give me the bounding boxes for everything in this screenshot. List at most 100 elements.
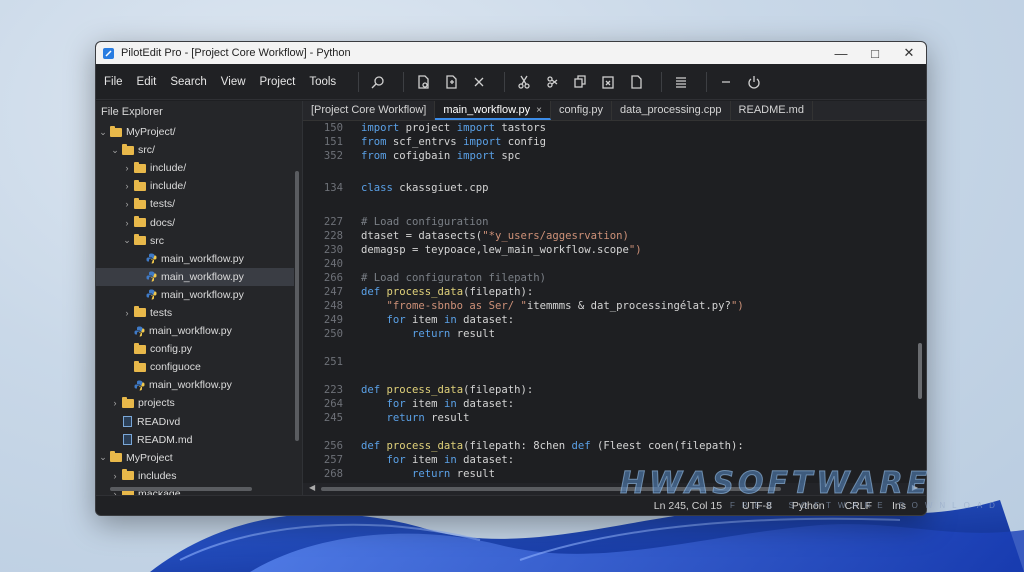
- scissors-icon[interactable]: [541, 71, 563, 93]
- tree-item[interactable]: › include/: [96, 159, 294, 177]
- code-text: # Load configuration: [361, 216, 489, 228]
- code-line[interactable]: 134 class ckassgiuet.cpp: [303, 182, 912, 196]
- chevron-right-icon[interactable]: ›: [122, 181, 132, 191]
- code-line[interactable]: 266 # Load configuraton filepath): [303, 272, 912, 286]
- paste-icon[interactable]: [597, 71, 619, 93]
- tree-item[interactable]: ⌄ src: [96, 232, 294, 250]
- tree-item[interactable]: main_workflow.py: [96, 322, 294, 340]
- menu-icon[interactable]: [670, 71, 692, 93]
- code-line[interactable]: 251: [303, 356, 912, 370]
- chevron-down-icon[interactable]: ⌄: [98, 452, 108, 463]
- code-line[interactable]: 223 def process_data(filepath):: [303, 384, 912, 398]
- code-line[interactable]: 227 # Load configuration: [303, 216, 912, 230]
- chevron-right-icon[interactable]: ›: [122, 308, 132, 318]
- tree-item[interactable]: › includes: [96, 467, 294, 485]
- save-file-icon[interactable]: [440, 71, 462, 93]
- code-line[interactable]: 230 demagsp = teypoace,lew_main_workflow.…: [303, 244, 912, 258]
- line-number: 240: [323, 258, 343, 270]
- chevron-down-icon[interactable]: ⌄: [98, 127, 108, 138]
- tree-item[interactable]: main_workflow.py: [96, 286, 294, 304]
- tree-item[interactable]: ⌄ MyProject/: [96, 123, 294, 141]
- tree-item[interactable]: › docs/: [96, 213, 294, 231]
- scroll-left-icon[interactable]: ◀: [309, 483, 315, 492]
- code-line[interactable]: [303, 370, 912, 384]
- code-line[interactable]: [303, 426, 912, 440]
- tree-item-label: main_workflow.py: [161, 252, 244, 265]
- tree-item[interactable]: READM.md: [96, 431, 294, 449]
- tree-item[interactable]: READıvd: [96, 413, 294, 431]
- tree-item[interactable]: › tests: [96, 304, 294, 322]
- power-icon[interactable]: [743, 71, 765, 93]
- tab-close-icon[interactable]: ×: [536, 105, 542, 116]
- editor-tab[interactable]: [Project Core Workflow]: [303, 101, 436, 120]
- chevron-right-icon[interactable]: ›: [122, 163, 132, 173]
- tree-item[interactable]: configuoce: [96, 358, 294, 376]
- chevron-down-icon[interactable]: ⌄: [110, 145, 120, 156]
- code-text: def process_data(filepath):: [361, 286, 534, 298]
- close-window-button[interactable]: ✕: [892, 42, 926, 64]
- menu-file[interactable]: File: [104, 76, 123, 88]
- folder-icon: [134, 342, 146, 354]
- code-line[interactable]: 250 return result: [303, 328, 912, 342]
- menu-view[interactable]: View: [221, 76, 246, 88]
- code-line[interactable]: [303, 202, 912, 216]
- maximize-button[interactable]: □: [858, 42, 892, 64]
- code-area[interactable]: 150 import project import tastors 151 from …: [303, 122, 912, 494]
- tree-item[interactable]: ⌄ MyProject: [96, 449, 294, 467]
- sidebar-horizontal-scrollbar[interactable]: [110, 487, 252, 491]
- editor-tab[interactable]: main_workflow.py ×: [435, 101, 551, 120]
- tree-item-label: READıvd: [137, 415, 181, 428]
- line-number: [303, 342, 343, 356]
- chevron-right-icon[interactable]: ›: [110, 471, 120, 481]
- menu-tools[interactable]: Tools: [309, 76, 336, 88]
- chevron-right-icon[interactable]: ›: [122, 199, 132, 209]
- code-line[interactable]: 256 def process_data(filepath: 8chen def …: [303, 440, 912, 454]
- code-line[interactable]: 150 import project import tastors: [303, 122, 912, 136]
- tree-item-label: src/: [138, 144, 155, 157]
- cursor-position[interactable]: Ln 245, Col 15: [654, 500, 722, 512]
- menu-edit[interactable]: Edit: [137, 76, 157, 88]
- tree-item-label: src: [150, 234, 164, 247]
- code-line[interactable]: 247 def process_data(filepath):: [303, 286, 912, 300]
- code-line[interactable]: 151 from scf_entrvs import config: [303, 136, 912, 150]
- code-line[interactable]: 240: [303, 258, 912, 272]
- tree-item[interactable]: ⌄ src/: [96, 141, 294, 159]
- tree-item[interactable]: › tests/: [96, 195, 294, 213]
- menu-search[interactable]: Search: [170, 76, 206, 88]
- minimize-button[interactable]: —: [824, 42, 858, 64]
- code-line[interactable]: 264 for item in dataset:: [303, 398, 912, 412]
- sidebar-vertical-scrollbar[interactable]: [295, 171, 299, 441]
- code-line[interactable]: 352 from cofigbain import spc: [303, 150, 912, 164]
- cut-icon[interactable]: [513, 71, 535, 93]
- chevron-down-icon[interactable]: ⌄: [122, 235, 132, 246]
- line-number: 250: [323, 328, 343, 340]
- code-text: import project import tastors: [361, 122, 546, 134]
- tree-item[interactable]: › include/: [96, 177, 294, 195]
- editor-tab[interactable]: README.md: [731, 101, 813, 120]
- menu-project[interactable]: Project: [260, 76, 296, 88]
- tree-item[interactable]: › projects: [96, 394, 294, 412]
- code-text: for item in dataset:: [386, 398, 515, 410]
- editor-tab[interactable]: data_processing.cpp: [612, 101, 731, 120]
- editor-vertical-scrollbar[interactable]: [918, 343, 922, 399]
- tree-item[interactable]: main_workflow.py: [96, 250, 294, 268]
- code-line[interactable]: 228 dtaset = datasects("*y_users/aggesrva…: [303, 230, 912, 244]
- tree-item[interactable]: main_workflow.py: [96, 376, 294, 394]
- close-icon[interactable]: [468, 71, 490, 93]
- minus-icon[interactable]: [715, 71, 737, 93]
- editor-tab[interactable]: config.py: [551, 101, 613, 120]
- code-line[interactable]: 249 for item in dataset:: [303, 314, 912, 328]
- tree-item[interactable]: config.py: [96, 340, 294, 358]
- code-line[interactable]: 245 return result: [303, 412, 912, 426]
- code-line[interactable]: [303, 342, 912, 356]
- document-icon[interactable]: [625, 71, 647, 93]
- copy-icon[interactable]: [569, 71, 591, 93]
- python-file-icon: [146, 253, 157, 264]
- chevron-right-icon[interactable]: ›: [122, 218, 132, 228]
- new-file-icon[interactable]: [412, 71, 434, 93]
- chevron-right-icon[interactable]: ›: [110, 398, 120, 408]
- tree-item-label: tests: [150, 306, 173, 319]
- tree-item[interactable]: main_workflow.py: [96, 267, 294, 286]
- code-line[interactable]: 248 "frome-sbnbo as Ser/ "itemmms & dat_…: [303, 300, 912, 314]
- search-icon[interactable]: [367, 71, 389, 93]
